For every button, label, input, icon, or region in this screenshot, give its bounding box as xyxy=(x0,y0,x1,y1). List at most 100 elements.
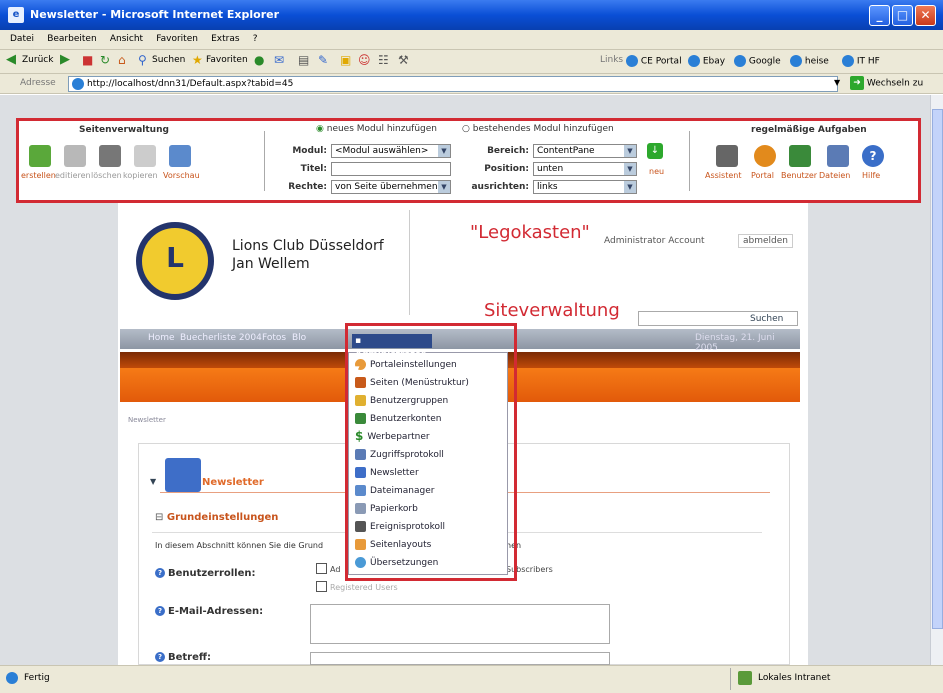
task-wizard[interactable]: Assistent xyxy=(705,171,741,180)
add-page-icon[interactable] xyxy=(29,145,51,167)
permissions-select[interactable]: von Seite übernehmen ▼ xyxy=(331,180,451,194)
ie-page-icon xyxy=(842,55,854,67)
scrollbar-thumb[interactable] xyxy=(932,109,943,629)
ie-page-icon xyxy=(72,78,84,90)
refresh-icon[interactable]: ↻ xyxy=(100,53,110,67)
task-help[interactable]: Hilfe xyxy=(862,171,880,180)
help-icon[interactable]: ? xyxy=(155,606,165,616)
status-text: Fertig xyxy=(24,673,50,683)
go-button[interactable]: ➜ Wechseln zu xyxy=(850,76,923,90)
vertical-scrollbar[interactable] xyxy=(930,95,943,665)
address-dropdown-icon[interactable]: ▼ xyxy=(834,78,840,87)
page-action-copy[interactable]: kopieren xyxy=(123,171,158,180)
section-grundeinstellungen[interactable]: ⊟ Grundeinstellungen xyxy=(155,512,278,523)
favorites-star-icon[interactable]: ★ xyxy=(192,53,203,67)
help-icon[interactable]: ? xyxy=(155,568,165,578)
portal-icon[interactable] xyxy=(754,145,776,167)
link-it-hf[interactable]: IT HF xyxy=(842,55,880,67)
search-button-label[interactable]: Suchen xyxy=(152,55,185,65)
folder-icon[interactable]: ▣ xyxy=(340,53,351,67)
close-button[interactable]: ✕ xyxy=(915,5,936,26)
account-link[interactable]: Administrator Account xyxy=(604,236,705,246)
address-input[interactable]: http://localhost/dnn31/Default.aspx?tabi… xyxy=(68,76,838,92)
minimize-button[interactable]: _ xyxy=(869,5,890,26)
link-heise[interactable]: heise xyxy=(790,55,829,67)
role-checkbox-registered[interactable] xyxy=(316,581,327,592)
link-google[interactable]: Google xyxy=(734,55,781,67)
browser-toolbar: ◀ Zurück ▶ ■ ↻ ⌂ ⚲ Suchen ★ Favoriten ● … xyxy=(0,50,943,74)
align-label: ausrichten: xyxy=(471,182,529,192)
radio-existing-module[interactable]: ○ bestehendes Modul hinzufügen xyxy=(462,124,614,134)
menu-datei[interactable]: Datei xyxy=(10,34,34,44)
task-files[interactable]: Dateien xyxy=(819,171,850,180)
tasks-heading: regelmäßige Aufgaben xyxy=(751,125,867,135)
task-portal[interactable]: Portal xyxy=(751,171,774,180)
logout-link[interactable]: abmelden xyxy=(738,234,793,248)
menu-bearbeiten[interactable]: Bearbeiten xyxy=(47,34,96,44)
mail-icon[interactable]: ✉ xyxy=(274,53,284,67)
position-select[interactable]: unten ▼ xyxy=(533,162,637,176)
home-icon[interactable]: ⌂ xyxy=(118,53,126,67)
add-module-arrow-icon[interactable]: ↓ xyxy=(647,143,663,159)
edit-page-icon[interactable] xyxy=(64,145,86,167)
links-label: Links xyxy=(600,55,624,65)
ie-page-icon xyxy=(688,55,700,67)
ie-page-icon xyxy=(734,55,746,67)
role-label-registered: Registered Users xyxy=(330,583,398,592)
menu-bar: Datei Bearbeiten Ansicht Favoriten Extra… xyxy=(0,30,943,50)
page-action-edit[interactable]: editieren xyxy=(55,171,91,180)
maximize-button[interactable]: □ xyxy=(892,5,913,26)
module-menu-arrow-icon[interactable]: ▼ xyxy=(150,477,156,486)
lions-logo: L xyxy=(136,222,214,300)
role-checkbox-admin[interactable] xyxy=(316,563,327,574)
roles-field-label: ? Benutzerrollen: xyxy=(155,568,256,579)
nav-home[interactable]: Home xyxy=(148,333,175,343)
add-module-label[interactable]: neu xyxy=(649,167,664,176)
stop-icon[interactable]: ■ xyxy=(82,53,93,67)
page-action-preview[interactable]: Vorschau xyxy=(163,171,200,180)
status-divider xyxy=(730,668,731,690)
radio-new-module[interactable]: ◉ neues Modul hinzufügen xyxy=(316,124,437,134)
delete-page-icon[interactable] xyxy=(99,145,121,167)
preview-page-icon[interactable] xyxy=(169,145,191,167)
site-search-button[interactable]: Suchen xyxy=(750,314,783,324)
menu-favoriten[interactable]: Favoriten xyxy=(156,34,198,44)
module-select[interactable]: <Modul auswählen> ▼ xyxy=(331,144,451,158)
link-ebay[interactable]: Ebay xyxy=(688,55,725,67)
link-ce-portal[interactable]: CE Portal xyxy=(626,55,682,67)
files-icon[interactable] xyxy=(827,145,849,167)
task-users[interactable]: Benutzer xyxy=(781,171,817,180)
help-icon[interactable]: ? xyxy=(155,652,165,662)
media-icon[interactable]: ● xyxy=(254,53,264,67)
menu-ansicht[interactable]: Ansicht xyxy=(110,34,143,44)
page-action-delete[interactable]: löschen xyxy=(91,171,122,180)
page-action-create[interactable]: erstellen xyxy=(21,171,56,180)
subject-input[interactable] xyxy=(310,652,610,665)
email-textarea[interactable] xyxy=(310,604,610,644)
tools-icon[interactable]: ⚒ xyxy=(398,53,409,67)
edit-icon[interactable]: ✎ xyxy=(318,53,328,67)
back-arrow-icon[interactable]: ◀ xyxy=(6,52,16,67)
chevron-down-icon: ▼ xyxy=(438,145,450,157)
menu-help[interactable]: ? xyxy=(253,34,258,44)
pane-select[interactable]: ContentPane ▼ xyxy=(533,144,637,158)
copy-page-icon[interactable] xyxy=(134,145,156,167)
back-button-label[interactable]: Zurück xyxy=(22,55,53,65)
favorites-button-label[interactable]: Favoriten xyxy=(206,55,248,65)
breadcrumb: Newsletter xyxy=(128,416,166,424)
nav-photos[interactable]: Fotos xyxy=(262,333,286,343)
nav-blog[interactable]: Blo xyxy=(292,333,306,343)
search-icon[interactable]: ⚲ xyxy=(138,53,147,67)
title-input[interactable] xyxy=(331,162,451,176)
print-icon[interactable]: ▤ xyxy=(298,53,309,67)
messenger-icon[interactable]: ☺ xyxy=(358,53,371,67)
forward-arrow-icon[interactable]: ▶ xyxy=(60,52,70,67)
menu-extras[interactable]: Extras xyxy=(211,34,239,44)
nav-booklist[interactable]: Buecherliste 2004 xyxy=(180,333,262,343)
research-icon[interactable]: ☷ xyxy=(378,53,389,67)
align-select[interactable]: links ▼ xyxy=(533,180,637,194)
users-icon[interactable] xyxy=(789,145,811,167)
help-icon[interactable]: ? xyxy=(862,145,884,167)
intranet-zone-icon xyxy=(738,671,752,685)
wizard-icon[interactable] xyxy=(716,145,738,167)
